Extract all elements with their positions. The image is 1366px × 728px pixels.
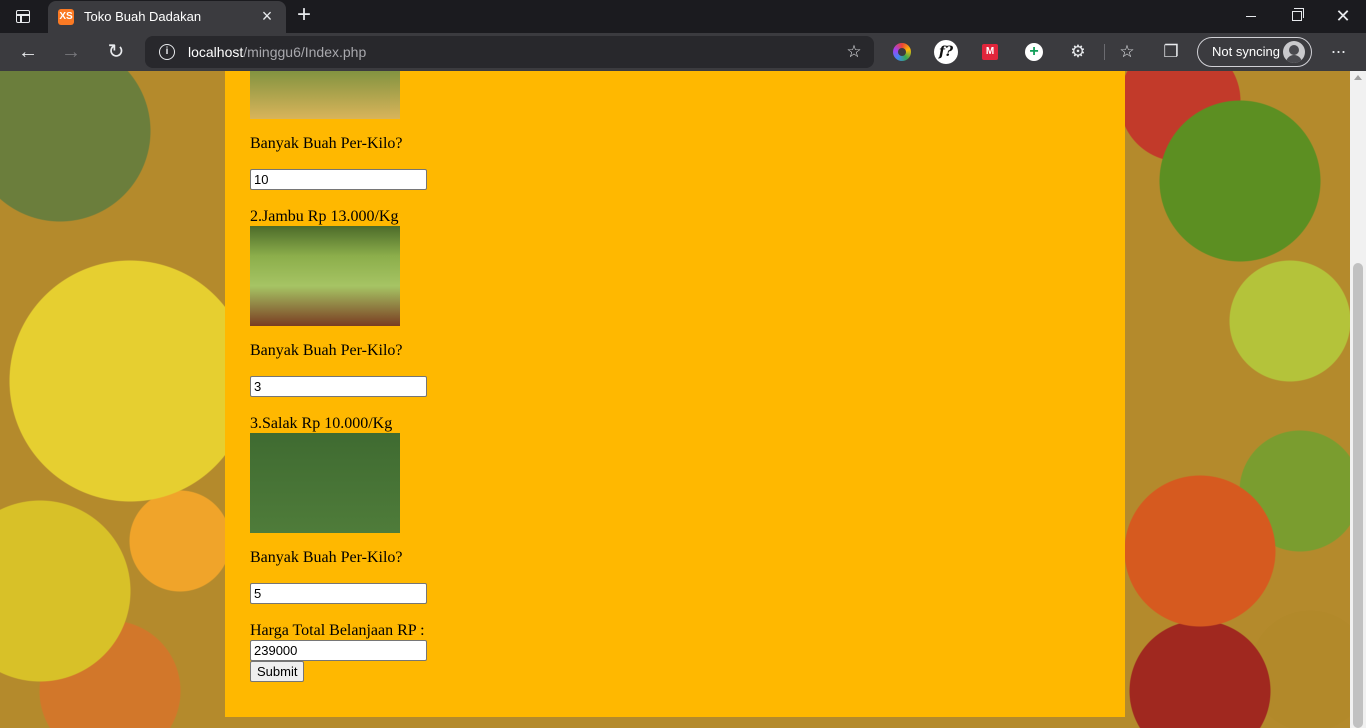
quantity-label-2: Banyak Buah Per-Kilo? — [250, 342, 403, 359]
restore-button[interactable] — [1274, 0, 1320, 33]
font-extension-icon[interactable]: f? — [934, 40, 958, 64]
extensions-puzzle-icon[interactable]: ⚙ — [1066, 40, 1090, 64]
tab-title: Toko Buah Dadakan — [84, 9, 202, 24]
close-window-button[interactable]: ✕ — [1320, 0, 1366, 33]
quantity-label-3: Banyak Buah Per-Kilo? — [250, 549, 403, 566]
close-tab-icon[interactable]: × — [258, 7, 276, 25]
site-info-icon[interactable]: i — [159, 44, 175, 60]
quantity-label-1: Banyak Buah Per-Kilo? — [250, 135, 403, 152]
order-form-panel: Banyak Buah Per-Kilo? 2.Jambu Rp 13.000/… — [225, 71, 1125, 717]
tab-actions-icon[interactable] — [12, 7, 34, 27]
salak-image — [250, 433, 400, 533]
minimize-icon — [1246, 16, 1256, 17]
address-bar[interactable]: i localhost/minggu6/Index.php ☆ — [145, 36, 874, 68]
profile-sync-button[interactable]: Not syncing — [1197, 37, 1312, 67]
url-text[interactable]: localhost/minggu6/Index.php — [188, 44, 366, 60]
page-scrollbar[interactable] — [1350, 71, 1366, 728]
url-host: localhost — [188, 44, 244, 60]
url-path: /minggu6/Index.php — [243, 44, 367, 60]
quantity-input-2[interactable] — [250, 376, 427, 397]
total-input[interactable] — [250, 640, 427, 661]
page-viewport: Banyak Buah Per-Kilo? 2.Jambu Rp 13.000/… — [0, 71, 1350, 728]
fruit-label-3: 3.Salak Rp 10.000/Kg — [250, 415, 393, 432]
reload-icon[interactable]: ↻ — [103, 39, 129, 65]
back-icon[interactable]: ← — [15, 39, 41, 65]
color-extension-icon[interactable] — [890, 40, 914, 64]
avatar — [1283, 41, 1305, 63]
quantity-input-3[interactable] — [250, 583, 427, 604]
add-favorite-icon[interactable]: ☆ — [844, 42, 864, 62]
new-tab-icon[interactable]: + — [293, 3, 315, 27]
scroll-up-icon[interactable] — [1354, 75, 1362, 80]
forward-icon[interactable]: → — [58, 39, 84, 65]
guava-image — [250, 226, 400, 326]
toolbar-divider — [1104, 44, 1105, 60]
collections-icon[interactable]: ❐ — [1159, 40, 1183, 64]
mango-image — [250, 71, 400, 119]
green-plus-extension-icon[interactable]: + — [1022, 40, 1046, 64]
quantity-input-1[interactable] — [250, 169, 427, 190]
restore-icon — [1292, 8, 1304, 21]
red-extension-icon[interactable]: M — [978, 40, 1002, 64]
submit-button[interactable]: Submit — [250, 661, 305, 682]
tab-strip: XS Toko Buah Dadakan × + ✕ — [0, 0, 1366, 33]
more-menu-icon[interactable]: ··· — [1326, 40, 1350, 64]
active-tab[interactable]: XS Toko Buah Dadakan × — [48, 1, 286, 33]
total-label: Harga Total Belanjaan RP : — [250, 622, 425, 639]
browser-toolbar: ← → ↻ i localhost/minggu6/Index.php ☆ f?… — [0, 33, 1366, 71]
xampp-favicon-icon: XS — [58, 9, 74, 25]
fruit-label-2: 2.Jambu Rp 13.000/Kg — [250, 208, 399, 225]
sync-status-label: Not syncing — [1212, 44, 1280, 59]
favorites-icon[interactable]: ☆ — [1115, 40, 1139, 64]
scrollbar-thumb[interactable] — [1353, 263, 1363, 728]
minimize-button[interactable] — [1228, 0, 1274, 33]
